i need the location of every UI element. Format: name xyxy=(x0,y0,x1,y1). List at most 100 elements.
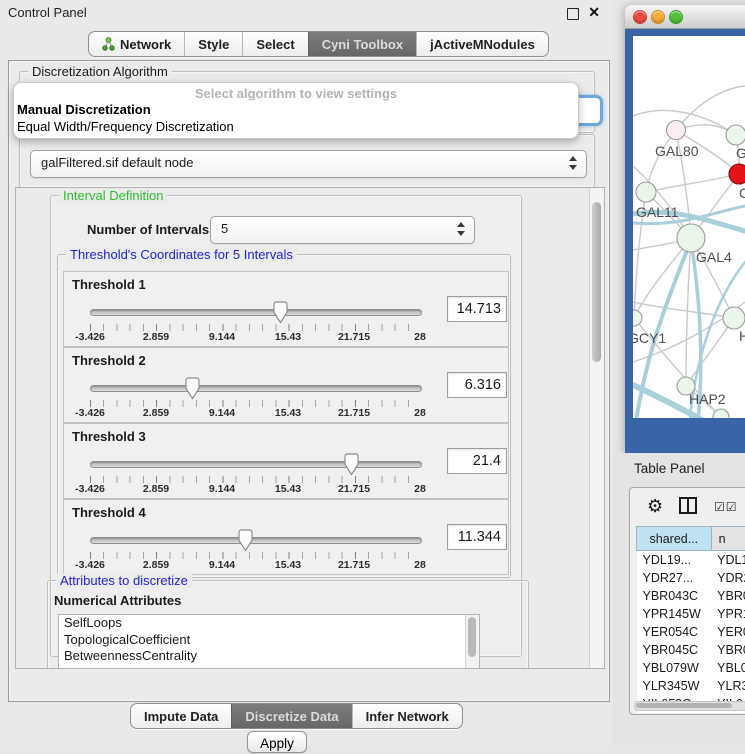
node-label-hap2: HAP2 xyxy=(689,391,726,407)
attributes-group: Attributes to discretize Numerical Attri… xyxy=(47,580,529,669)
control-panel: Control Panel ✕ Network Style Select Cyn… xyxy=(0,0,612,745)
scrollbar-thumb[interactable] xyxy=(592,202,601,362)
tab-jactivemnodules[interactable]: jActiveMNodules xyxy=(416,32,548,56)
tab-impute-data[interactable]: Impute Data xyxy=(131,704,231,728)
threshold-4-panel: Threshold 4 -3.4262.8599.14415.4321.7152… xyxy=(63,499,509,575)
threshold-2-panel: Threshold 2 -3.4262.8599.14415.4321.7152… xyxy=(63,347,509,423)
tab-discretize-data[interactable]: Discretize Data xyxy=(231,704,351,728)
slider-ticks xyxy=(90,400,421,407)
discretization-algorithm-label: Discretization Algorithm xyxy=(28,64,172,79)
node-label-gcy1: GCY1 xyxy=(633,330,666,346)
panel-title: Control Panel xyxy=(8,5,87,20)
threshold-1-slider[interactable]: -3.4262.8599.14415.4321.71528 xyxy=(90,300,420,342)
node-label-gal11: GAL11 xyxy=(636,204,679,220)
table-data-combobox[interactable]: galFiltered.sif default node xyxy=(30,150,587,178)
threshold-3-value-field[interactable]: 21.4 xyxy=(447,448,507,474)
list-item[interactable]: TopologicalCoefficient xyxy=(59,632,479,649)
slider-track[interactable] xyxy=(90,537,422,544)
minimize-traffic-light[interactable] xyxy=(651,10,665,24)
node-h xyxy=(723,307,745,329)
threshold-2-slider[interactable]: -3.4262.8599.14415.4321.71528 xyxy=(90,376,420,418)
threshold-4-value-field[interactable]: 11.344 xyxy=(447,524,507,550)
network-canvas[interactable]: GAL80 G C GAL11 GAL4 GCY1 H HAP2 xyxy=(633,36,745,418)
cyni-toolbox-panel: Discretization Algorithm Select algorith… xyxy=(8,60,610,702)
numerical-attributes-list[interactable]: SelfLoops TopologicalCoefficient Between… xyxy=(58,614,480,669)
table-panel-window: ⚙ ☑☑ shared... n YDL19...YDL1 YDR27...YD… xyxy=(629,487,745,715)
settings-scrollpane: Interval Definition Number of Intervals … xyxy=(15,187,605,669)
list-item[interactable]: SelfLoops xyxy=(59,615,479,632)
spinner-arrows-icon xyxy=(457,221,465,237)
slider-ticks xyxy=(90,552,421,559)
slider-thumb[interactable] xyxy=(238,529,253,552)
spinner-arrows-icon xyxy=(569,155,577,171)
tab-select[interactable]: Select xyxy=(242,32,307,56)
slider-thumb[interactable] xyxy=(344,453,359,476)
tab-infer-network[interactable]: Infer Network xyxy=(352,704,462,728)
slider-ticks xyxy=(90,324,421,331)
node-label-cut-g: G xyxy=(736,145,745,161)
table-row[interactable]: YLR345WYLR3 xyxy=(637,677,745,695)
node-label-cut-c: C xyxy=(739,185,745,201)
gear-icon[interactable]: ⚙ xyxy=(647,496,663,517)
control-panel-tab-bar: Network Style Select Cyni Toolbox jActiv… xyxy=(88,31,549,57)
threshold-2-value-field[interactable]: 6.316 xyxy=(447,372,507,398)
network-view-window: GAL80 G C GAL11 GAL4 GCY1 H HAP2 xyxy=(625,5,745,453)
option-equal-width-frequency[interactable]: Equal Width/Frequency Discretization xyxy=(14,118,578,135)
node-attribute-table: shared... n YDL19...YDL1 YDR27...YDR2 YB… xyxy=(636,526,745,713)
threshold-4-slider[interactable]: -3.4262.8599.14415.4321.71528 xyxy=(90,528,420,570)
table-row[interactable]: YER054CYER0 xyxy=(637,623,745,641)
algorithm-placeholder-option[interactable]: Select algorithm to view settings xyxy=(14,83,578,101)
threshold-3-panel: Threshold 3 -3.4262.8599.14415.4321.7152… xyxy=(63,423,509,499)
column-header-shared[interactable]: shared... xyxy=(637,527,712,551)
tab-cyni-toolbox[interactable]: Cyni Toolbox xyxy=(308,32,416,56)
tab-network[interactable]: Network xyxy=(89,32,184,56)
table-row[interactable]: YBR043CYBR0 xyxy=(637,587,745,605)
column-header-name[interactable]: n xyxy=(711,527,745,551)
table-row[interactable]: YPR145WYPR1 xyxy=(637,605,745,623)
control-panel-titlebar: Control Panel ✕ xyxy=(0,0,612,26)
float-window-icon[interactable] xyxy=(567,8,579,20)
checkbox-icons[interactable]: ☑☑ xyxy=(714,500,738,514)
close-icon[interactable]: ✕ xyxy=(588,4,600,21)
apply-button[interactable]: Apply xyxy=(247,731,307,753)
table-row[interactable]: YBL079WYBL0 xyxy=(637,659,745,677)
option-manual-discretization[interactable]: Manual Discretization xyxy=(14,101,578,118)
node-gal80 xyxy=(667,121,686,140)
zoom-traffic-light[interactable] xyxy=(669,10,683,24)
node-red-selected xyxy=(729,164,745,184)
node-gcy1 xyxy=(633,310,642,326)
numerical-attributes-label: Numerical Attributes xyxy=(54,593,181,608)
slider-thumb[interactable] xyxy=(273,301,288,324)
threshold-1-value-field[interactable]: 14.713 xyxy=(447,296,507,322)
algorithm-dropdown-popup: Select algorithm to view settings Manual… xyxy=(13,82,579,139)
slider-track[interactable] xyxy=(90,385,422,392)
network-window-titlebar xyxy=(625,5,745,29)
slider-track[interactable] xyxy=(90,309,422,316)
table-row[interactable]: YDL19...YDL1 xyxy=(637,551,745,570)
table-panel-title: Table Panel xyxy=(634,461,705,476)
network-icon xyxy=(102,37,115,51)
list-scrollbar[interactable] xyxy=(465,615,479,669)
interval-definition-label: Interval Definition xyxy=(59,188,167,203)
settings-vertical-scrollbar[interactable] xyxy=(589,188,604,668)
table-data-group: Table Data galFiltered.sif default node xyxy=(19,134,595,188)
node-gal4 xyxy=(677,224,705,252)
threshold-3-slider[interactable]: -3.4262.8599.14415.4321.71528 xyxy=(90,452,420,494)
node-label-cut-h: H xyxy=(739,328,745,344)
table-row[interactable]: YBR045CYBR0 xyxy=(637,641,745,659)
slider-ticks xyxy=(90,476,421,483)
split-columns-icon[interactable] xyxy=(679,497,697,514)
table-horizontal-scrollbar[interactable] xyxy=(634,701,745,711)
slider-thumb[interactable] xyxy=(185,377,200,400)
node-label-gal80: GAL80 xyxy=(655,143,699,159)
thresholds-group: Threshold's Coordinates for 5 Intervals … xyxy=(57,254,511,578)
table-row[interactable]: YDR27...YDR2 xyxy=(637,569,745,587)
tab-style[interactable]: Style xyxy=(184,32,242,56)
list-item[interactable]: BetweennessCentrality xyxy=(59,648,479,665)
node-gal11 xyxy=(636,182,656,202)
node-label-gal4: GAL4 xyxy=(696,249,732,265)
number-of-intervals-combobox[interactable]: 5 xyxy=(210,216,475,244)
close-traffic-light[interactable] xyxy=(633,10,647,24)
thresholds-title: Threshold's Coordinates for 5 Intervals xyxy=(66,247,297,262)
slider-track[interactable] xyxy=(90,461,422,468)
